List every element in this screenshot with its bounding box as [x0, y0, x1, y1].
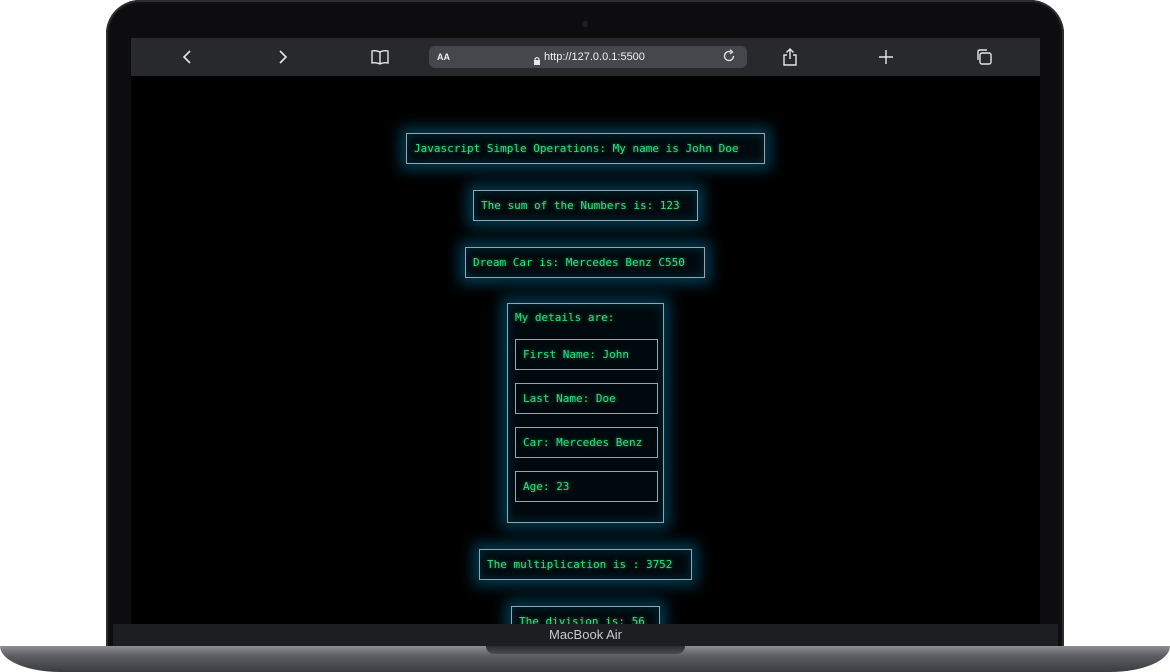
browser-toolbar: AA http://127.0.0.1:5500	[131, 38, 1040, 76]
forward-icon[interactable]	[271, 45, 295, 69]
bookmarks-icon[interactable]	[368, 45, 392, 69]
detail-last-name: Last Name: Doe	[515, 383, 658, 414]
tabs-overview-icon[interactable]	[972, 45, 996, 69]
reload-icon[interactable]	[722, 49, 736, 71]
device-label: MacBook Air	[549, 627, 622, 642]
share-icon[interactable]	[778, 45, 802, 69]
back-icon[interactable]	[175, 45, 199, 69]
division-box: The division is: 56	[511, 606, 660, 624]
division-text: The division is: 56	[519, 615, 645, 624]
laptop-chin: MacBook Air	[113, 624, 1058, 646]
detail-first-name: First Name: John	[515, 339, 658, 370]
detail-age: Age: 23	[515, 471, 658, 502]
multiplication-box: The multiplication is : 3752	[479, 549, 692, 580]
camera	[582, 21, 588, 27]
dream-car-text: Dream Car is: Mercedes Benz C550	[473, 256, 685, 269]
page-heading: Javascript Simple Operations: My name is…	[414, 142, 739, 155]
url-text: http://127.0.0.1:5500	[544, 51, 645, 63]
screen: AA http://127.0.0.1:5500 Javascript Simp…	[131, 38, 1040, 624]
new-tab-icon[interactable]	[874, 45, 898, 69]
dream-car-box: Dream Car is: Mercedes Benz C550	[465, 247, 705, 278]
reader-aa-button[interactable]: AA	[437, 46, 450, 68]
multiplication-text: The multiplication is : 3752	[487, 558, 673, 571]
web-page: Javascript Simple Operations: My name is…	[131, 76, 1040, 624]
details-box: My details are: First Name: John Last Na…	[507, 303, 664, 523]
lid-notch	[486, 646, 685, 654]
heading-box: Javascript Simple Operations: My name is…	[406, 133, 765, 164]
sum-box: The sum of the Numbers is: 123	[473, 190, 698, 221]
details-title: My details are:	[515, 311, 615, 324]
lock-icon	[533, 52, 541, 74]
detail-car: Car: Mercedes Benz	[515, 427, 658, 458]
address-bar[interactable]: AA http://127.0.0.1:5500	[429, 46, 747, 68]
sum-text: The sum of the Numbers is: 123	[481, 199, 680, 212]
